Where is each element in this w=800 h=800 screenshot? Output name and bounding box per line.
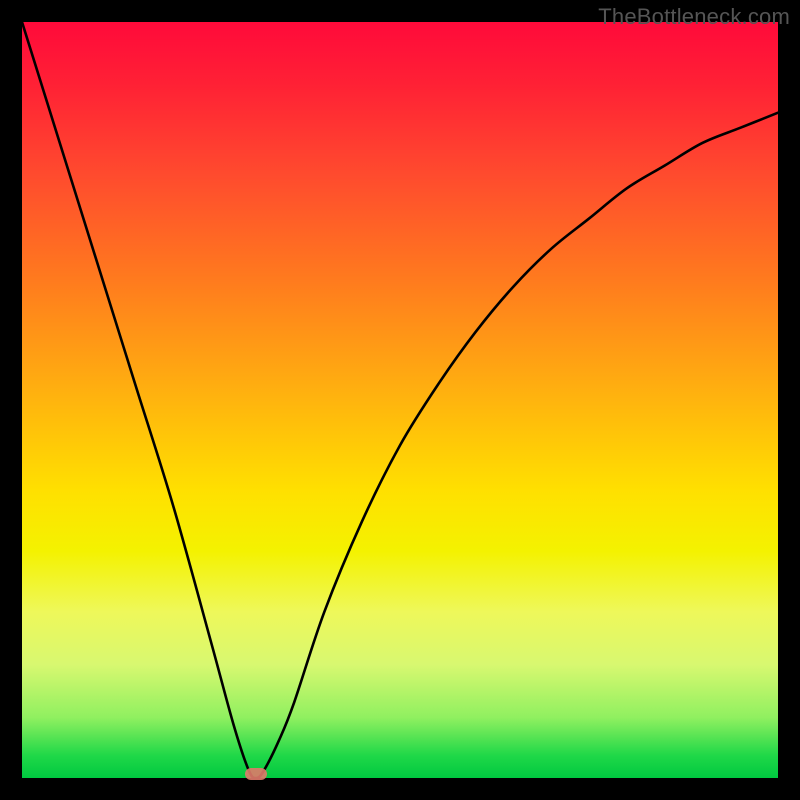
bottleneck-curve-path (22, 22, 778, 778)
chart-frame (22, 22, 778, 778)
watermark-text: TheBottleneck.com (598, 4, 790, 30)
bottleneck-curve-svg (22, 22, 778, 778)
minimum-marker (245, 768, 267, 780)
